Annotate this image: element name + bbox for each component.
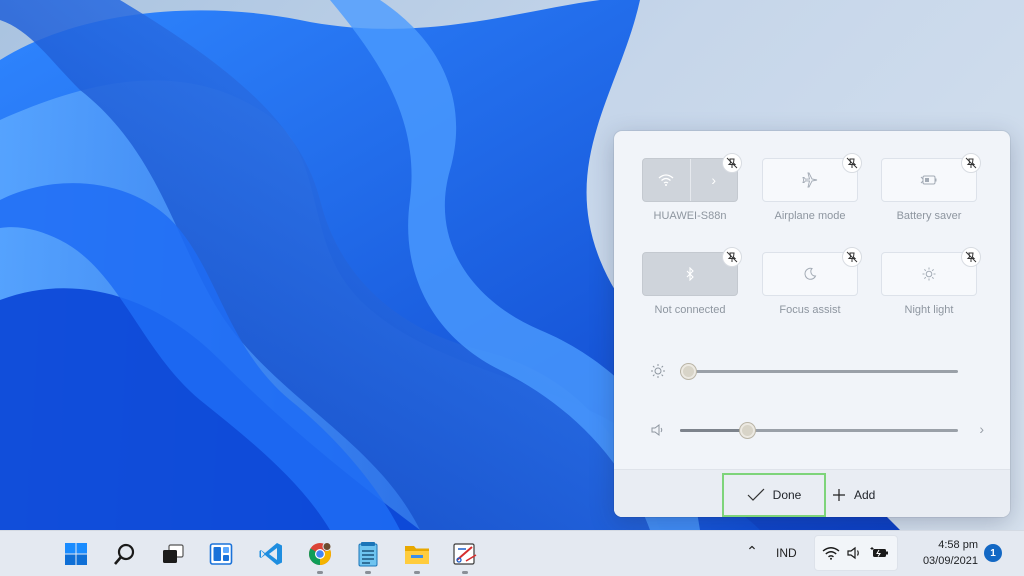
checkmark-icon — [747, 488, 765, 501]
tile-airplane-label: Airplane mode — [774, 210, 846, 222]
battery-saver-icon — [920, 175, 937, 185]
notepad-taskbar-button[interactable] — [354, 540, 382, 574]
tile-wifi-wrap: › HUAWEI-S88n — [642, 153, 742, 228]
input-language-indicator[interactable]: IND — [776, 546, 797, 560]
done-button-label: Done — [772, 488, 802, 502]
unpin-icon[interactable] — [722, 153, 742, 173]
tile-nightlight-wrap: Night light — [881, 247, 981, 322]
tile-focus-label: Focus assist — [779, 304, 841, 316]
volume-output-chevron-icon[interactable]: › — [979, 421, 984, 437]
chrome-icon — [309, 542, 332, 565]
unpin-icon[interactable] — [961, 153, 981, 173]
tile-battery-wrap: Battery saver — [881, 153, 981, 228]
clock-date: 03/09/2021 — [922, 555, 978, 567]
vscode-icon — [259, 543, 282, 565]
add-button[interactable]: Add — [826, 480, 881, 510]
snipping-tool-icon — [453, 543, 477, 565]
wifi-toggle[interactable] — [643, 159, 690, 201]
quick-settings-tray-button[interactable] — [814, 535, 898, 571]
airplane-icon — [802, 172, 818, 188]
tile-battery-label: Battery saver — [896, 210, 962, 222]
brightness-icon — [651, 364, 665, 378]
wifi-tray-icon — [822, 547, 840, 560]
search-icon — [114, 543, 135, 565]
chrome-taskbar-button[interactable] — [306, 540, 334, 574]
unpin-icon[interactable] — [842, 153, 862, 173]
quick-settings-footer: Done Add — [614, 469, 1010, 517]
tile-nightlight-label: Night light — [904, 304, 954, 316]
widgets-icon — [209, 543, 233, 565]
chevron-right-icon: › — [711, 172, 717, 188]
notepad-icon — [358, 542, 378, 567]
search-button[interactable] — [111, 540, 139, 568]
vscode-taskbar-button[interactable] — [257, 540, 285, 568]
volume-slider[interactable] — [680, 423, 958, 438]
notification-badge[interactable]: 1 — [984, 544, 1002, 562]
unpin-icon[interactable] — [722, 247, 742, 267]
battery-charging-tray-icon — [870, 547, 888, 557]
volume-slider-thumb[interactable] — [739, 423, 755, 438]
show-hidden-icons-chevron-icon[interactable]: ⌃ — [742, 543, 762, 563]
unpin-icon[interactable] — [842, 247, 862, 267]
file-explorer-taskbar-button[interactable] — [403, 540, 431, 574]
tile-bluetooth-label: Not connected — [654, 304, 726, 316]
brightness-slider-thumb[interactable] — [681, 364, 697, 379]
add-button-label: Add — [854, 488, 876, 502]
bluetooth-icon — [686, 267, 694, 281]
taskbar: ⌃ IND 4:58 pm 03/09/2021 1 — [0, 530, 1024, 576]
task-view-button[interactable] — [159, 540, 187, 568]
clock-time: 4:58 pm — [938, 539, 978, 551]
quick-settings-panel: › HUAWEI-S88n Airplane mode Battery save… — [614, 131, 1010, 517]
tile-bluetooth-wrap: Not connected — [642, 247, 742, 322]
wifi-icon — [658, 174, 674, 186]
file-explorer-icon — [405, 546, 429, 564]
task-view-icon — [163, 544, 184, 563]
snipping-tool-taskbar-button[interactable] — [451, 540, 479, 574]
tile-focus-wrap: Focus assist — [762, 247, 862, 322]
windows-start-icon — [65, 543, 87, 565]
tile-airplane-wrap: Airplane mode — [762, 153, 862, 228]
widgets-button[interactable] — [207, 540, 235, 568]
brightness-slider[interactable] — [680, 364, 958, 379]
volume-slider-row: › — [651, 420, 984, 440]
moon-icon — [804, 267, 817, 280]
sun-icon — [922, 267, 936, 281]
plus-icon — [833, 489, 845, 501]
done-button[interactable]: Done — [722, 473, 826, 517]
volume-tray-icon — [847, 546, 859, 560]
brightness-slider-row — [651, 361, 984, 381]
volume-icon — [651, 424, 663, 436]
tile-wifi-label: HUAWEI-S88n — [653, 210, 727, 222]
unpin-icon[interactable] — [961, 247, 981, 267]
clock[interactable]: 4:58 pm 03/09/2021 — [906, 537, 978, 569]
start-button[interactable] — [62, 540, 90, 568]
